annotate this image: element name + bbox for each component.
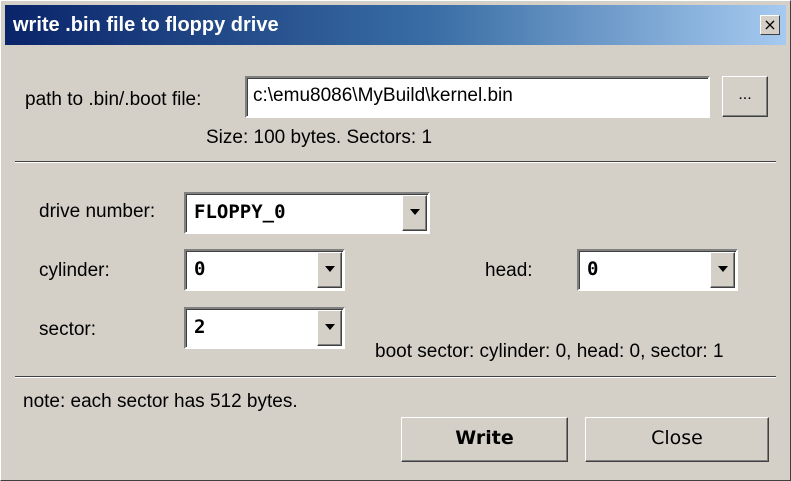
browse-button[interactable]: ... [722, 76, 768, 117]
boot-sector-info: boot sector: cylinder: 0, head: 0, secto… [375, 341, 724, 362]
sector-size-note: note: each sector has 512 bytes. [23, 391, 298, 412]
sector-value: 2 [194, 316, 206, 338]
write-button[interactable]: Write [401, 417, 568, 462]
sector-label: sector: [39, 319, 97, 340]
head-label: head: [485, 260, 533, 281]
title-bar[interactable]: write .bin file to floppy drive × [5, 5, 786, 45]
path-label: path to .bin/.boot file: [25, 89, 202, 110]
separator-top [15, 161, 776, 163]
chevron-down-icon[interactable] [710, 252, 735, 288]
path-input[interactable]: c:\emu8086\MyBuild\kernel.bin [245, 76, 710, 118]
cylinder-select[interactable]: 0 [184, 249, 345, 291]
window-title: write .bin file to floppy drive [13, 14, 279, 36]
close-icon[interactable]: × [760, 15, 780, 35]
sector-select[interactable]: 2 [184, 307, 345, 349]
separator-bottom [15, 376, 776, 378]
chevron-down-icon[interactable] [317, 310, 342, 346]
head-select[interactable]: 0 [577, 249, 738, 291]
close-button[interactable]: Close [585, 417, 769, 462]
head-value: 0 [587, 258, 599, 280]
drive-number-select[interactable]: FLOPPY_0 [184, 192, 430, 234]
drive-number-label: drive number: [39, 201, 156, 222]
dialog-window: write .bin file to floppy drive × path t… [0, 0, 791, 481]
chevron-down-icon[interactable] [317, 252, 342, 288]
size-info: Size: 100 bytes. Sectors: 1 [206, 127, 433, 148]
cylinder-value: 0 [194, 258, 206, 280]
cylinder-label: cylinder: [39, 260, 110, 281]
drive-number-value: FLOPPY_0 [194, 201, 286, 223]
chevron-down-icon[interactable] [402, 195, 427, 231]
